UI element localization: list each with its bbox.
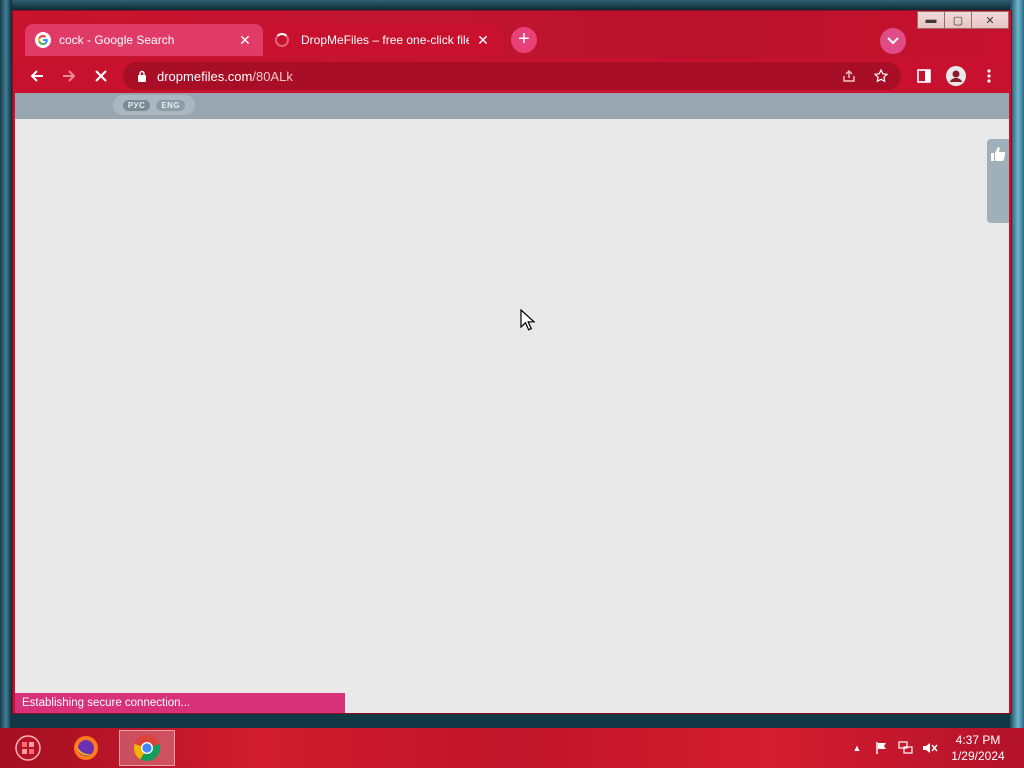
chevron-down-icon — [887, 37, 899, 45]
taskbar: ▲ 4:37 PM 1/29/2024 — [0, 728, 1024, 768]
taskbar-firefox-button[interactable] — [58, 730, 114, 766]
kebab-menu-icon — [987, 69, 991, 83]
url-path: /80ALk — [252, 68, 293, 84]
firefox-icon — [74, 736, 98, 760]
action-center-flag-icon[interactable] — [872, 728, 892, 768]
arrow-left-icon — [30, 70, 43, 82]
address-bar[interactable]: dropmefiles.com/80ALk — [123, 62, 901, 90]
browser-menu-button[interactable] — [977, 64, 1001, 88]
close-icon — [95, 70, 107, 82]
google-icon — [35, 32, 51, 48]
url-text: dropmefiles.com/80ALk — [157, 69, 837, 84]
tab-title: DropMeFiles – free one-click file — [301, 33, 469, 47]
taskbar-chrome-button[interactable] — [119, 730, 175, 766]
clock-date: 1/29/2024 — [951, 749, 1005, 763]
language-switcher: РУС ENG — [113, 95, 195, 115]
thumbs-up-icon — [991, 147, 1006, 161]
status-bubble: Establishing secure connection... — [15, 693, 345, 713]
volume-muted-icon[interactable] — [920, 728, 940, 768]
bookmark-star-icon[interactable] — [869, 64, 893, 88]
mouse-cursor-icon — [520, 309, 536, 331]
tab-close-icon[interactable]: ✕ — [475, 32, 491, 49]
start-orb-icon — [15, 735, 41, 761]
tab-google-search[interactable]: cock - Google Search ✕ — [25, 24, 263, 56]
profile-button[interactable] — [944, 64, 968, 88]
browser-toolbar: dropmefiles.com/80ALk — [13, 59, 1011, 93]
tab-search-button[interactable] — [880, 28, 906, 54]
lock-icon — [138, 70, 146, 82]
stop-loading-button[interactable] — [89, 64, 113, 88]
maximize-button[interactable]: ▢ — [944, 11, 972, 29]
tab-strip: cock - Google Search ✕ DropMeFiles – fre… — [13, 11, 1011, 59]
clock-time: 4:37 PM — [955, 733, 1001, 747]
site-header-bar: РУС ENG — [15, 93, 1009, 119]
browser-window: cock - Google Search ✕ DropMeFiles – fre… — [12, 10, 1012, 714]
side-panel-icon — [917, 69, 931, 83]
avatar-icon — [946, 66, 966, 86]
share-icon[interactable] — [837, 64, 861, 88]
url-host: dropmefiles.com — [157, 68, 253, 84]
page-viewport: РУС ENG Establishing secure connection..… — [15, 93, 1009, 713]
system-clock[interactable]: 4:37 PM 1/29/2024 — [948, 732, 1008, 764]
close-window-button[interactable]: ✕ — [971, 11, 1009, 29]
chrome-icon — [133, 735, 161, 762]
language-ru-option[interactable]: РУС — [122, 99, 151, 111]
feedback-side-widget[interactable] — [987, 139, 1009, 223]
network-icon[interactable] — [896, 728, 916, 768]
side-panel-button[interactable] — [912, 64, 936, 88]
new-tab-button[interactable]: + — [511, 27, 537, 53]
loading-spinner-icon — [275, 33, 289, 47]
arrow-right-icon — [63, 70, 76, 82]
show-hidden-icons-button[interactable]: ▲ — [850, 728, 864, 768]
minimize-button[interactable]: ▬ — [917, 11, 945, 29]
tab-title: cock - Google Search — [59, 33, 175, 47]
back-button[interactable] — [25, 64, 49, 88]
start-button[interactable] — [0, 730, 56, 766]
tab-close-icon[interactable]: ✕ — [237, 32, 253, 49]
tab-dropmefiles[interactable]: DropMeFiles – free one-click file ✕ — [265, 24, 501, 56]
language-en-option[interactable]: ENG — [156, 99, 186, 111]
forward-button[interactable] — [57, 64, 81, 88]
